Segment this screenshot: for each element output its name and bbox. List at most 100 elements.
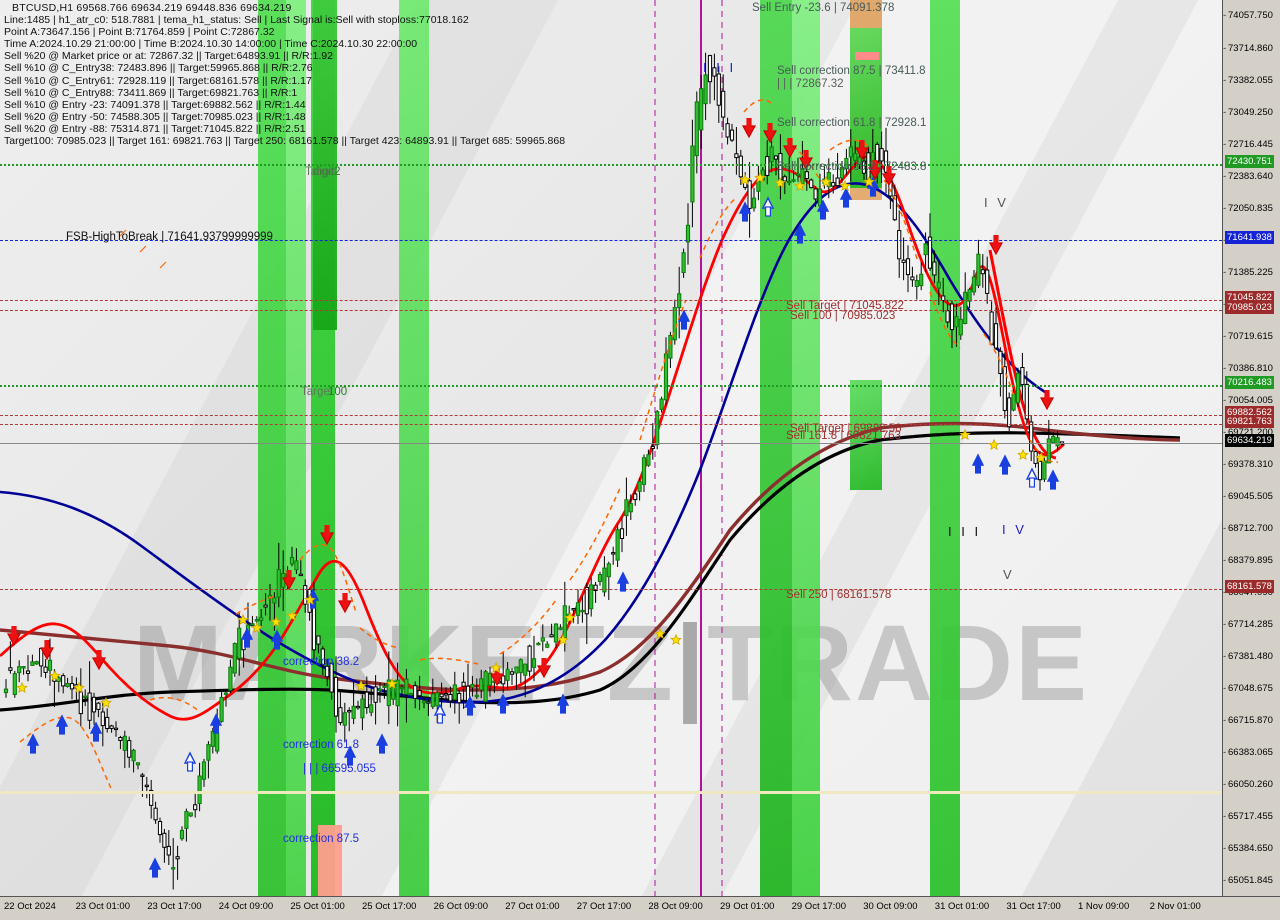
chart-label: Target — [305, 166, 337, 178]
chart-label: | | | 72867.32 — [777, 78, 844, 90]
price-axis-tick: -74057.750 — [1223, 9, 1273, 21]
time-axis-tick: 30 Oct 09:00 — [863, 901, 918, 912]
chart-label: Sell Entry -23.6 | 74091.378 — [752, 2, 895, 14]
price-axis-tick: -67048.675 — [1223, 683, 1273, 695]
price-level-line — [0, 443, 1222, 444]
time-axis-tick: 29 Oct 01:00 — [720, 901, 775, 912]
time-axis-tick: 27 Oct 01:00 — [505, 901, 560, 912]
session-band-red — [855, 52, 879, 60]
time-axis-tick: 25 Oct 01:00 — [290, 901, 345, 912]
price-axis-tick: -71385.225 — [1223, 266, 1273, 278]
chart-label: Sell correction 87.5 | 73411.8 — [777, 65, 926, 77]
price-axis-tick: -73049.250 — [1223, 106, 1273, 118]
chart-label: correction 61.8 — [283, 739, 360, 751]
symbol-ohlc-line: BTCUSD,H1 69568.766 69634.219 69448.836 … — [12, 2, 292, 14]
price-tag[interactable]: 69821.763 — [1225, 415, 1274, 428]
price-axis-tick: -72716.445 — [1223, 138, 1273, 150]
wave-label: I I I — [948, 524, 982, 539]
price-level-line — [0, 791, 1222, 794]
header-line: Point A:73647.156 | Point B:71764.859 | … — [4, 26, 275, 39]
broker-watermark: MARKETZ|TRADE — [133, 602, 1090, 723]
header-line: Sell %20 @ Entry -88: 75314.871 || Targe… — [4, 122, 306, 135]
header-line: Sell %20 @ Entry -50: 74588.305 || Targe… — [4, 110, 306, 123]
header-line: Sell %10 @ C_Entry38: 72483.896 || Targe… — [4, 62, 313, 75]
time-axis-tick: 23 Oct 01:00 — [75, 901, 130, 912]
session-band — [930, 0, 960, 896]
header-line: Sell %10 @ Entry -23: 74091.378 || Targe… — [4, 98, 306, 111]
price-axis-tick: -67714.285 — [1223, 619, 1273, 631]
price-level-line — [0, 300, 1222, 301]
header-line: Time A:2024.10.29 21:00:00 | Time B:2024… — [4, 38, 418, 51]
price-tag[interactable]: 71641.938 — [1225, 231, 1274, 244]
chart-label: | | | 66595.055 — [303, 763, 376, 775]
price-tag[interactable]: 69634.219 — [1225, 434, 1274, 447]
time-axis-tick: 23 Oct 17:00 — [147, 901, 202, 912]
price-axis-tick: -70719.615 — [1223, 330, 1273, 342]
chart-label: correction 87.5 — [283, 833, 360, 845]
chart-label: Sell correction 61.8 | 72928.1 — [777, 117, 927, 129]
chart-info-header: BTCUSD,H1 69568.766 69634.219 69448.836 … — [4, 2, 565, 147]
price-level-line — [0, 310, 1222, 311]
time-axis-tick: 29 Oct 17:00 — [791, 901, 846, 912]
price-axis[interactable]: -74057.750 -73714.860 -73382.055 -73049.250… — [1222, 0, 1280, 896]
header-line: Line:1485 | h1_atr_c0: 518.7881 | tema_h… — [4, 14, 469, 27]
price-axis-tick: -65717.455 — [1223, 811, 1273, 823]
chart-label: correction 38.2 — [283, 656, 360, 668]
time-axis-tick: 31 Oct 01:00 — [934, 901, 990, 912]
time-axis-tick: 2 Nov 01:00 — [1149, 901, 1201, 912]
price-axis-tick: -66050.260 — [1223, 779, 1273, 791]
wave-label: I V — [1002, 522, 1027, 537]
price-axis-tick: -73714.860 — [1223, 42, 1273, 54]
time-axis-tick: 26 Oct 09:00 — [433, 901, 488, 912]
price-axis-tick: -68379.895 — [1223, 555, 1273, 567]
price-axis-tick: -67381.480 — [1223, 651, 1273, 663]
time-axis[interactable]: 22 Oct 2024 23 Oct 01:00 23 Oct 17:00 24 Oc… — [0, 896, 1280, 920]
trading-terminal-chart: MARKETZ|TRADE — [0, 0, 1280, 920]
price-axis-tick: -70386.810 — [1223, 362, 1273, 374]
price-axis-tick: -69378.310 — [1223, 459, 1273, 471]
price-axis-tick: -69045.505 — [1223, 491, 1273, 503]
time-axis-tick: 27 Oct 17:00 — [576, 901, 632, 912]
header-line: Sell %10 @ C_Entry88: 73411.869 || Targe… — [4, 86, 298, 99]
price-axis-tick: -65384.650 — [1223, 843, 1273, 855]
wave-label: V — [1003, 567, 1015, 582]
price-axis-tick: -66715.870 — [1223, 715, 1273, 727]
header-line: Target100: 70985.023 || Target 161: 6982… — [4, 135, 566, 148]
chart-label: Sell 161.8 | 69821.763 — [786, 430, 901, 442]
price-level-line — [0, 164, 1222, 166]
price-tag[interactable]: 70216.483 — [1225, 376, 1274, 389]
price-level-line — [0, 415, 1222, 416]
price-axis-tick: -70054.005 — [1223, 394, 1273, 406]
time-axis-tick: 24 Oct 09:00 — [218, 901, 274, 912]
chart-label: Sell correction 38.2 | 72483.8 — [777, 161, 927, 173]
vertical-marker — [700, 0, 702, 896]
header-line: Sell %10 @ C_Entry61: 72928.119 || Targe… — [4, 74, 312, 87]
price-axis-tick: -68712.700 — [1223, 523, 1273, 535]
time-axis-tick: 28 Oct 09:00 — [648, 901, 703, 912]
price-level-line — [0, 424, 1222, 425]
chart-plot-area[interactable]: MARKETZ|TRADE — [0, 0, 1222, 896]
chart-label: FSB-HighToBreak | 71641.93799999999 — [66, 231, 273, 243]
session-band — [760, 0, 792, 896]
price-axis-tick: -66383.065 — [1223, 747, 1273, 759]
price-axis-tick: -72050.835 — [1223, 202, 1273, 214]
wave-label: I V — [984, 195, 1009, 210]
time-axis-tick: 31 Oct 17:00 — [1006, 901, 1061, 912]
price-axis-tick: -73382.055 — [1223, 74, 1273, 86]
price-tag[interactable]: 68161.578 — [1225, 580, 1274, 593]
price-level-line — [0, 589, 1222, 590]
price-axis-tick: -72383.640 — [1223, 170, 1273, 182]
time-axis-tick: 22 Oct 2024 — [4, 901, 56, 912]
price-axis-tick: -65051.845 — [1223, 875, 1273, 887]
chart-label: Sell 250 | 68161.578 — [786, 589, 892, 601]
time-axis-tick: 25 Oct 17:00 — [362, 901, 417, 912]
wave-label: I I I — [703, 60, 737, 75]
time-axis-tick: 1 Nov 09:00 — [1078, 901, 1130, 912]
chart-label: 100 — [328, 386, 348, 398]
price-tag[interactable]: 70985.023 — [1225, 301, 1274, 314]
session-band — [792, 0, 820, 896]
price-level-line — [0, 385, 1222, 387]
header-line: Sell %20 @ Market price or at: 72867.32 … — [4, 50, 333, 63]
chart-label: Sell 100 | 70985.023 — [790, 310, 896, 322]
price-tag[interactable]: 72430.751 — [1225, 155, 1274, 168]
